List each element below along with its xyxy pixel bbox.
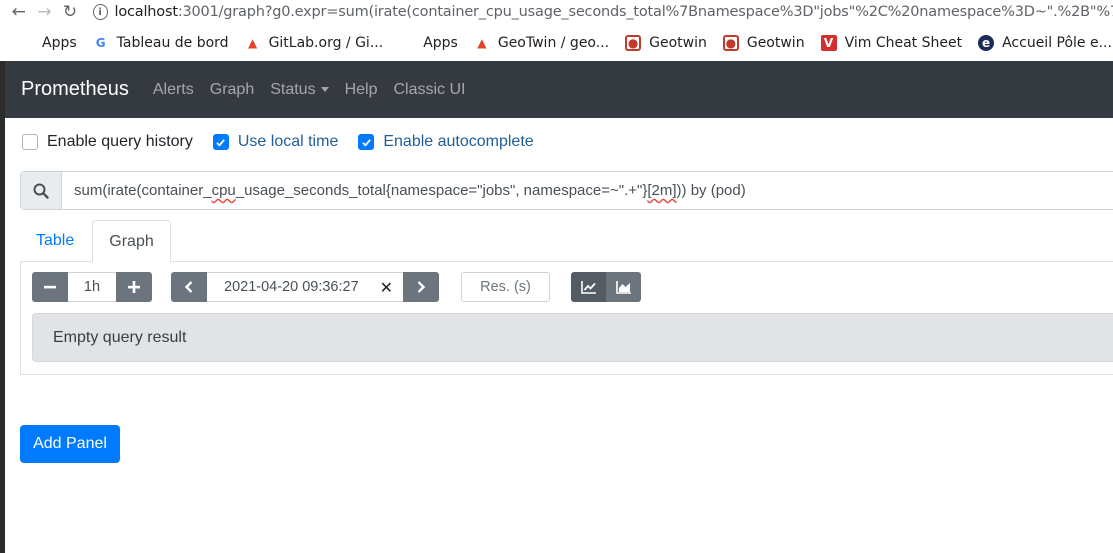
prometheus-navbar: Prometheus Alerts Graph Status Help Clas… <box>5 61 1113 118</box>
gitlab-icon: ▲ <box>247 36 258 50</box>
bookmark-geotwin-2[interactable]: ● Geotwin <box>722 35 805 51</box>
bookmark-label: Apps <box>423 35 458 51</box>
expr-part: )) by (pod) <box>676 182 746 199</box>
bookmark-accueil-pole[interactable]: e Accueil Pôle e... <box>978 35 1112 51</box>
query-search-prepend <box>21 172 62 209</box>
range-input[interactable]: 1h <box>68 272 116 302</box>
bookmark-label: Tableau de bord <box>116 35 229 51</box>
end-time-value: 2021-04-20 09:36:27 <box>224 279 359 295</box>
query-history-label: Enable query history <box>47 133 193 150</box>
apps-grid-icon <box>399 35 415 51</box>
bookmark-label: Accueil Pôle e... <box>1002 35 1112 51</box>
bookmark-apps[interactable]: Apps <box>18 35 77 51</box>
back-arrow-icon[interactable]: ← <box>6 0 32 24</box>
query-options: Enable query history Use local time Enab… <box>22 133 554 151</box>
query-history-checkbox[interactable] <box>22 134 38 150</box>
gitlab-icon: ▲ <box>477 36 487 50</box>
add-panel-button[interactable]: Add Panel <box>20 425 120 463</box>
empty-result-alert: Empty query result <box>32 313 1113 362</box>
bookmark-label: GitLab.org / Gi... <box>268 35 384 51</box>
e-icon: e <box>978 35 995 51</box>
bookmark-vim-cheat-sheet[interactable]: V Vim Cheat Sheet <box>820 35 963 51</box>
expr-spell-error: [2m] <box>647 182 677 199</box>
chevron-right-icon <box>417 281 426 293</box>
check-icon <box>362 138 371 147</box>
stacking-toggle-group <box>571 272 641 302</box>
reload-icon[interactable]: ↻ <box>57 0 83 24</box>
geotwin-icon: ● <box>625 35 642 51</box>
option-query-history[interactable]: Enable query history <box>22 133 193 151</box>
browser-address-bar: ← → ↻ i localhost:3001/graph?g0.expr=sum… <box>0 0 1113 24</box>
bookmark-geotwin-1[interactable]: ● Geotwin <box>625 35 707 51</box>
bookmark-label: GeoTwin / geo... <box>497 35 610 51</box>
nav-status-dropdown[interactable]: Status <box>270 80 329 99</box>
minus-icon <box>44 285 56 289</box>
search-icon <box>33 183 49 199</box>
check-icon <box>216 138 226 147</box>
bookmark-apps-2[interactable]: Apps <box>399 35 458 51</box>
query-expression-group: sum(irate(container_ cpu _usage_seconds_to… <box>20 171 1113 210</box>
bookmark-label: Geotwin <box>746 35 805 51</box>
line-chart-icon <box>580 281 596 294</box>
caret-down-icon <box>320 86 329 92</box>
bookmark-tableau-de-bord[interactable]: G Tableau de bord <box>93 35 229 51</box>
bookmark-label: Apps <box>42 35 77 51</box>
plus-icon <box>128 281 140 293</box>
tab-graph[interactable]: Graph <box>92 220 171 263</box>
autocomplete-checkbox[interactable] <box>358 134 375 150</box>
resolution-input[interactable]: Res. (s) <box>461 272 550 302</box>
area-chart-icon <box>615 281 631 294</box>
bookmarks-bar: Apps G Tableau de bord ▲ GitLab.org / Gi… <box>0 28 1113 58</box>
local-time-label: Use local time <box>237 133 339 150</box>
later-time-button[interactable] <box>403 272 439 302</box>
option-local-time[interactable]: Use local time <box>212 133 339 151</box>
local-time-checkbox[interactable] <box>212 134 229 150</box>
nav-classic-ui[interactable]: Classic UI <box>393 81 465 99</box>
apps-grid-icon <box>18 35 34 51</box>
range-input-group: 1h <box>32 272 152 302</box>
vim-icon: V <box>820 35 837 51</box>
window-edge <box>0 61 5 553</box>
expr-part: _usage_seconds_total{namespace="jobs", n… <box>235 182 648 199</box>
site-info-icon[interactable]: i <box>92 4 108 20</box>
expression-input[interactable]: sum(irate(container_ cpu _usage_seconds_to… <box>62 172 1113 209</box>
decrease-range-button[interactable] <box>32 272 68 302</box>
end-time-group: 2021-04-20 09:36:27 ✕ <box>171 272 439 302</box>
url-field[interactable]: localhost:3001/graph?g0.expr=sum(irate(c… <box>115 4 1113 20</box>
expr-spell-error: cpu <box>211 182 236 199</box>
forward-arrow-icon[interactable]: → <box>32 0 58 24</box>
nav-status-label: Status <box>270 80 316 98</box>
graph-controls: 1h 2021-04-20 09:36:27 ✕ Res. (s) <box>32 272 1102 302</box>
increase-range-button[interactable] <box>116 272 152 302</box>
option-autocomplete[interactable]: Enable autocomplete <box>358 133 534 151</box>
graph-panel: 1h 2021-04-20 09:36:27 ✕ Res. (s) Empty … <box>20 261 1113 375</box>
bookmark-gitlab-org[interactable]: ▲ GitLab.org / Gi... <box>245 35 384 51</box>
earlier-time-button[interactable] <box>171 272 207 302</box>
autocomplete-label: Enable autocomplete <box>383 133 534 150</box>
bookmark-geotwin-geo[interactable]: ▲ GeoTwin / geo... <box>474 35 609 51</box>
geotwin-icon: ● <box>722 35 739 51</box>
panel-tabs: Table Graph <box>20 220 1113 263</box>
tab-table[interactable]: Table <box>36 220 74 262</box>
nav-help[interactable]: Help <box>345 81 378 99</box>
url-host: localhost <box>114 4 178 20</box>
end-time-input[interactable]: 2021-04-20 09:36:27 ✕ <box>207 272 403 302</box>
stacked-button[interactable] <box>606 272 641 302</box>
unstacked-button[interactable] <box>571 272 606 302</box>
google-icon: G <box>95 36 106 50</box>
brand-link[interactable]: Prometheus <box>21 78 129 101</box>
nav-graph[interactable]: Graph <box>210 81 254 99</box>
bookmark-label: Geotwin <box>649 35 707 51</box>
url-path: :3001/graph?g0.expr=sum(irate(container_… <box>177 4 1113 20</box>
nav-alerts[interactable]: Alerts <box>153 81 194 99</box>
clear-time-icon[interactable]: ✕ <box>380 278 393 297</box>
bookmark-label: Vim Cheat Sheet <box>844 35 963 51</box>
chevron-left-icon <box>184 281 193 293</box>
expr-part: sum(irate(container_ <box>74 182 212 199</box>
